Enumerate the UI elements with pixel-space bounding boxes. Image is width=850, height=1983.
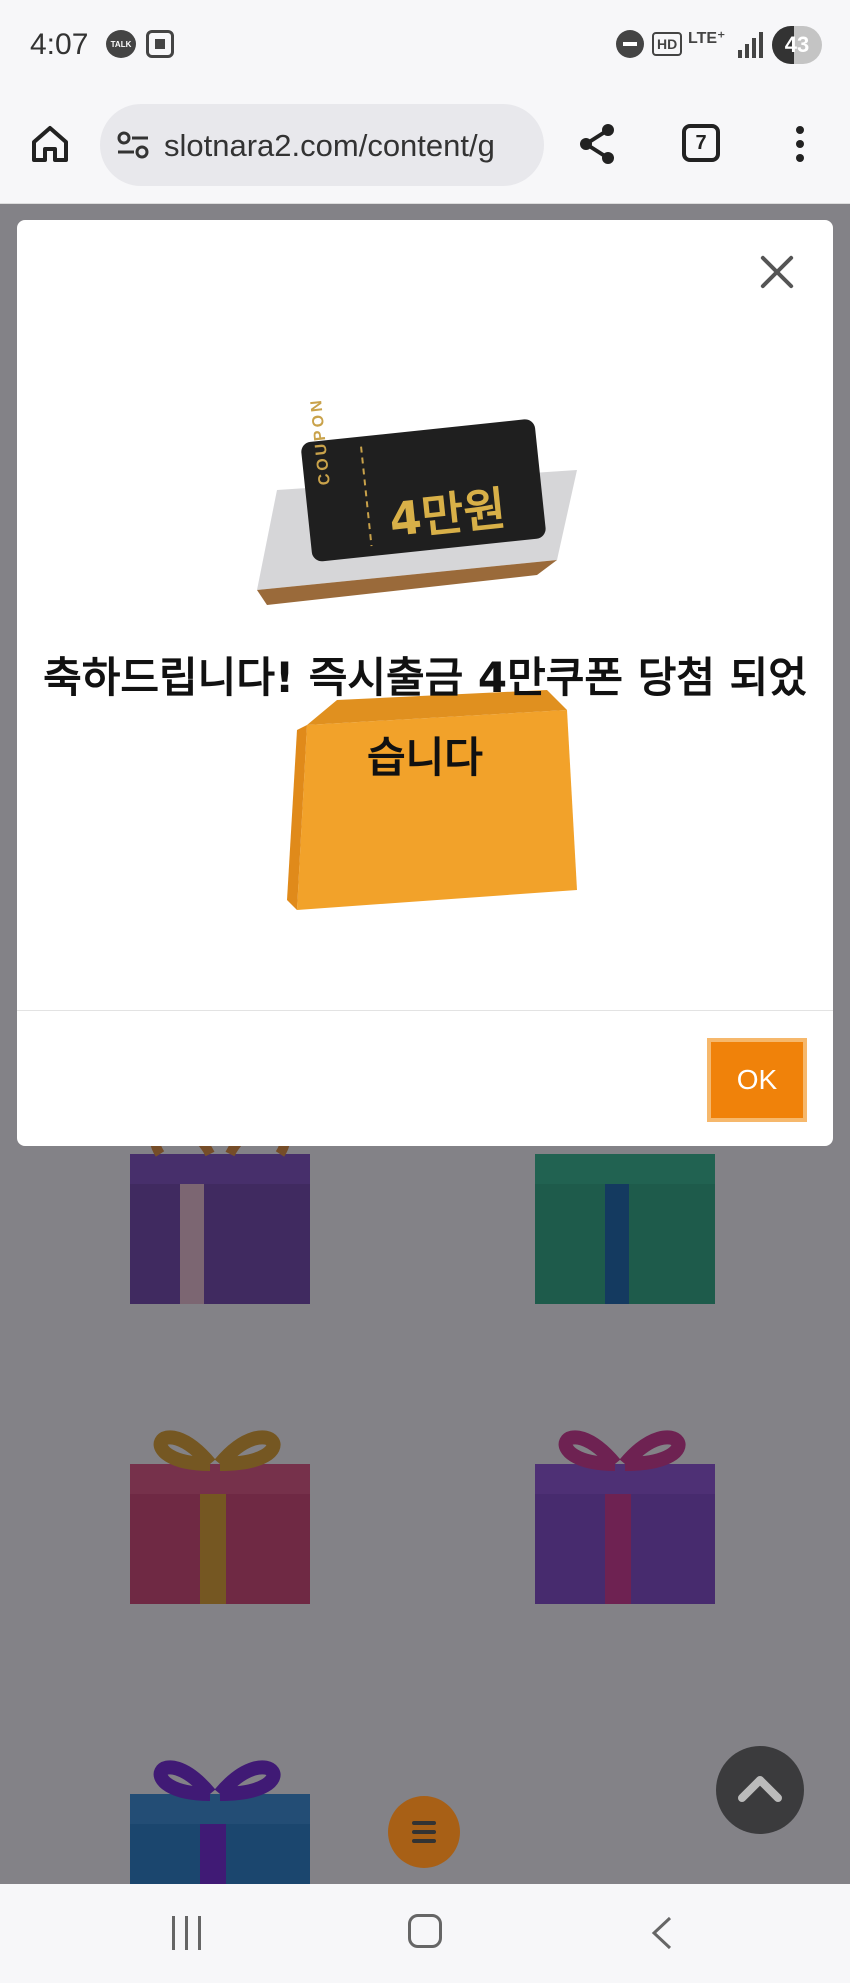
share-icon (580, 124, 614, 164)
back-icon (651, 1916, 672, 1950)
do-not-disturb-icon (616, 30, 644, 58)
scroll-to-top-button[interactable] (716, 1746, 804, 1834)
tab-switcher-button[interactable]: 7 (682, 124, 720, 162)
browser-toolbar: slotnara2.com/content/g 7 (0, 92, 850, 204)
share-button[interactable] (576, 122, 620, 166)
home-button[interactable] (28, 122, 72, 166)
kakaotalk-icon: TALK (106, 30, 136, 58)
battery-level: 43 (784, 32, 810, 57)
url-text[interactable]: slotnara2.com/content/g (164, 128, 495, 164)
recent-apps-button[interactable] (170, 1916, 204, 1950)
system-navigation-bar (0, 1884, 850, 1983)
recents-icon (172, 1916, 175, 1950)
hamburger-icon (412, 1821, 436, 1825)
floating-menu-button[interactable] (388, 1796, 460, 1868)
lte-icon: LTE⁺ (688, 30, 726, 47)
address-bar[interactable]: slotnara2.com/content/g (100, 104, 544, 186)
talk-icon-label: TALK (110, 39, 132, 49)
status-time: 4:07 (30, 28, 89, 61)
win-message: 축하드립니다! 즉시출금 4만쿠폰 당첨 되었습니다 (43, 653, 807, 782)
site-settings-icon[interactable] (116, 130, 150, 160)
battery-icon: 43 (772, 26, 822, 64)
signal-icon (738, 30, 766, 58)
status-bar: 4:07 TALK HD LTE⁺ 43 (0, 0, 850, 92)
more-menu-button[interactable] (790, 122, 810, 166)
hd-voice-icon: HD (652, 32, 683, 56)
back-button[interactable] (648, 1916, 678, 1950)
chevron-up-icon (738, 1776, 782, 1802)
coupon-win-dialog: COUPON 4만원 축하드립니다! 즉시출금 4만쿠폰 당첨 되었습니다 OK (17, 220, 833, 1146)
modal-divider (17, 1010, 833, 1011)
ok-button[interactable]: OK (707, 1038, 807, 1122)
screenshot-icon (146, 30, 174, 58)
home-nav-button[interactable] (408, 1914, 442, 1948)
home-icon (32, 126, 68, 162)
coupon-amount: 4만원 (386, 481, 509, 547)
more-dot-icon (796, 126, 804, 134)
close-button[interactable] (757, 252, 797, 292)
